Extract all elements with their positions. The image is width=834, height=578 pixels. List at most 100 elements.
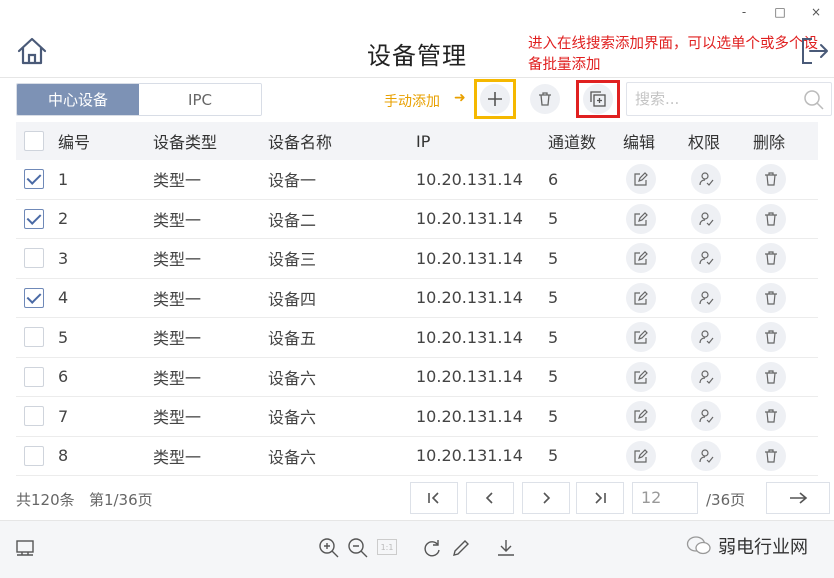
delete-row-button[interactable] [756,243,786,274]
minimize-button[interactable]: - [726,0,762,24]
permission-button[interactable] [691,243,721,274]
cell-type: 类型一 [153,368,202,388]
trash-icon [765,291,777,305]
column-header-delete: 删除 [753,133,786,152]
table-row: 2 类型一 设备二 10.20.131.14 5 [16,200,818,239]
column-header-channels: 通道数 [548,133,597,152]
table-row: 8 类型一 设备六 10.20.131.14 5 [16,437,818,476]
row-checkbox[interactable] [24,327,44,348]
cell-ip: 10.20.131.14 [416,288,523,308]
cell-ip: 10.20.131.14 [416,367,523,387]
cell-channels: 5 [548,406,559,426]
row-checkbox[interactable] [24,406,44,427]
cell-channels: 5 [548,367,559,387]
zoom-in-icon[interactable] [318,537,340,559]
table-row: 3 类型一 设备三 10.20.131.14 5 [16,239,818,279]
batch-add-button[interactable] [583,84,613,114]
edit-button[interactable] [626,440,656,471]
delete-row-button[interactable] [756,401,786,432]
delete-row-button[interactable] [756,164,786,195]
watermark-text: 弱电行业网 [718,537,808,558]
tab-ipc[interactable]: IPC [139,84,261,115]
delete-row-button[interactable] [756,322,786,353]
column-header-name: 设备名称 [268,133,333,152]
cell-type: 类型一 [153,250,202,270]
cell-ip: 10.20.131.14 [416,169,523,189]
delete-row-button[interactable] [756,203,786,234]
next-page-button[interactable] [522,482,570,514]
table-row: 5 类型一 设备五 10.20.131.14 5 [16,318,818,358]
cell-channels: 5 [548,288,559,308]
row-checkbox[interactable] [24,248,44,269]
download-icon[interactable] [495,537,517,559]
pencil-icon[interactable] [450,537,472,559]
page-number-input[interactable]: 12 [632,482,698,514]
annotation-arrow-icon: ➜ [454,90,466,106]
row-checkbox[interactable] [24,169,44,190]
trash-icon [765,449,777,463]
tab-center-devices[interactable]: 中心设备 [17,84,139,115]
permission-button[interactable] [691,164,721,195]
row-checkbox[interactable] [24,366,44,387]
rotate-icon[interactable] [421,537,443,559]
cell-ip: 10.20.131.14 [416,209,523,229]
cell-ip: 10.20.131.14 [416,406,523,426]
user-permission-icon [699,370,714,384]
row-checkbox[interactable] [24,208,44,229]
row-checkbox[interactable] [24,287,44,308]
first-page-button[interactable] [410,482,458,514]
cell-name: 设备六 [268,368,317,388]
chevron-right-icon [543,492,551,504]
prev-page-button[interactable] [466,482,514,514]
maximize-button[interactable]: □ [762,0,798,24]
cell-name: 设备二 [268,210,317,230]
row-checkbox[interactable] [24,445,44,466]
user-permission-icon [699,449,714,463]
permission-button[interactable] [691,440,721,471]
column-header-id: 编号 [58,133,91,152]
edit-button[interactable] [626,401,656,432]
edit-button[interactable] [626,243,656,274]
select-all-checkbox[interactable] [24,131,44,151]
edit-button[interactable] [626,164,656,195]
screen-layout-icon[interactable] [14,537,36,559]
annotation-manual-add: 手动添加 [384,94,440,110]
actual-size-button[interactable]: 1:1 [377,539,397,555]
permission-button[interactable] [691,322,721,353]
edit-button[interactable] [626,361,656,392]
total-count: 共120条 [16,491,75,509]
delete-row-button[interactable] [756,361,786,392]
close-button[interactable]: × [798,0,834,24]
search-input[interactable] [627,83,797,115]
permission-button[interactable] [691,282,721,313]
delete-selected-button[interactable] [530,84,560,114]
cell-type: 类型一 [153,329,202,349]
delete-row-button[interactable] [756,440,786,471]
chevron-left-icon [485,492,493,504]
edit-button[interactable] [626,282,656,313]
delete-row-button[interactable] [756,282,786,313]
annotation-online-search: 进入在线搜索添加界面，可以选单个或多个设备批量添加 [528,36,818,73]
permission-button[interactable] [691,361,721,392]
exit-icon[interactable] [800,36,830,66]
page-total-label: /36页 [706,491,746,509]
zoom-out-icon[interactable] [347,537,369,559]
search-icon[interactable] [803,89,825,111]
table-header: 编号 设备类型 设备名称 IP 通道数 编辑 权限 删除 [16,122,818,160]
permission-button[interactable] [691,203,721,234]
cell-name: 设备四 [268,289,317,309]
last-page-button[interactable] [576,482,624,514]
edit-icon [634,290,648,305]
edit-icon [634,172,648,186]
edit-button[interactable] [626,322,656,353]
cell-channels: 5 [548,446,559,466]
user-permission-icon [699,330,714,345]
permission-button[interactable] [691,401,721,432]
add-device-button[interactable] [480,84,510,114]
device-table: 编号 设备类型 设备名称 IP 通道数 编辑 权限 删除 1 类型一 设备一 10.2… [16,122,818,476]
table-row: 7 类型一 设备六 10.20.131.14 5 [16,397,818,437]
edit-button[interactable] [626,203,656,234]
table-row: 4 类型一 设备四 10.20.131.14 5 [16,279,818,318]
go-page-button[interactable] [766,482,830,514]
cell-id: 2 [58,209,69,229]
